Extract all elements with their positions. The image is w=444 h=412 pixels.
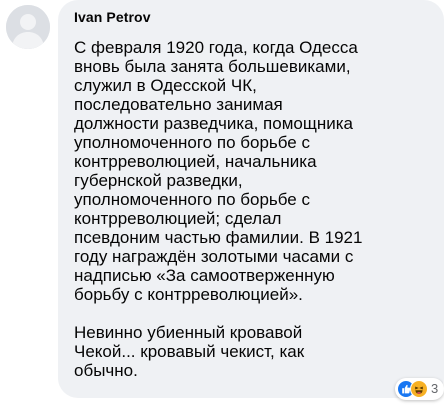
comment-text-line: С февраля 1920 года, когда Одесса xyxy=(74,38,358,57)
comment-text-line: обычно. xyxy=(74,361,138,380)
comment-text-line: борьбу с контрреволюцией». xyxy=(74,285,303,304)
comment-text-line: служил в Одесской ЧК, xyxy=(74,76,257,95)
comment-text-line: контрреволюцией, начальника xyxy=(74,152,317,171)
comment-text-line: вновь была занята большевиками, xyxy=(74,57,351,76)
comment-author-name[interactable]: Ivan Petrov xyxy=(74,9,151,25)
comment-text-line: псевдоним частью фамилии. В 1921 xyxy=(74,228,363,247)
comment-text-line: должности разведчика, помощника xyxy=(74,114,353,133)
reactions-summary[interactable]: 3 xyxy=(395,378,444,400)
comment-text-line: году награждён золотыми часами с xyxy=(74,247,354,266)
default-avatar-icon xyxy=(6,5,50,49)
reactions-count: 3 xyxy=(431,381,439,396)
comment-text-line: контрреволюцией; сделал xyxy=(74,209,282,228)
comment-text-line: уполномоченного по борьбе с xyxy=(74,133,310,152)
comment-text-line: Чекой... кровавый чекист, как xyxy=(74,342,305,361)
comment-text: С февраля 1920 года, когда Одесса вновь … xyxy=(74,38,394,380)
comment-text-line: Невинно убиенный кровавой xyxy=(74,323,303,342)
haha-icon xyxy=(410,380,428,398)
comment-text-line: надписью «За самоотверженную xyxy=(74,266,335,285)
comment-text-line: последовательно занимая xyxy=(74,95,283,114)
avatar[interactable] xyxy=(6,5,50,49)
comment-text-line: уполномоченного по борьбе с xyxy=(74,190,310,209)
comment-text-line: губернской разведки, xyxy=(74,171,243,190)
